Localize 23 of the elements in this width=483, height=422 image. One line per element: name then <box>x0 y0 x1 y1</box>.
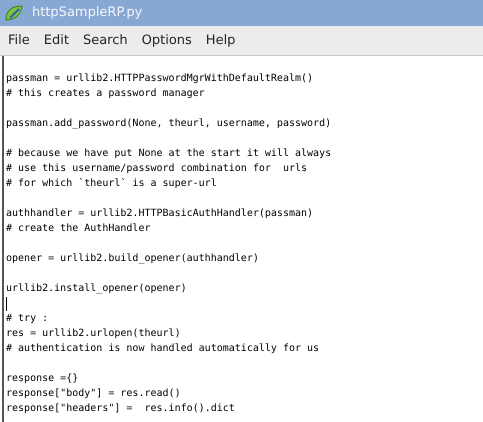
code-line: # use this username/password combination for urls <box>6 162 308 176</box>
code-line: passman = urllib2.HTTPPasswordMgrWithDefaultRealm() <box>6 72 314 86</box>
code-line: response ={} <box>6 372 78 386</box>
code-line: response["body"] = res.read() <box>6 387 181 401</box>
code-line: res = urllib2.urlopen(theurl) <box>6 327 181 341</box>
menu-item[interactable]: File <box>8 30 30 50</box>
code-line: # for which `theurl` is a super-url <box>6 177 217 191</box>
window-title: httpSampleRP.py <box>32 4 142 22</box>
leaf-pen-icon <box>4 4 24 22</box>
code-line: # this creates a password manager <box>6 87 205 101</box>
code-line: # create the AuthHandler <box>6 222 150 236</box>
code-line: opener = urllib2.build_opener(authhandler) <box>6 252 259 266</box>
code-line: # because we have put None at the start it will always <box>6 147 332 161</box>
menu-item[interactable]: Edit <box>44 30 69 50</box>
code-line: # try : <box>6 312 48 326</box>
menu-item[interactable]: Search <box>82 30 128 50</box>
code-line: passman.add_password(None, theurl, username, password) <box>6 117 332 131</box>
code-line: authhandler = urllib2.HTTPBasicAuthHandler(passman) <box>6 207 314 221</box>
code-line: response["headers"] = res.info().dict <box>6 402 235 416</box>
code-line: urllib2.install_opener(opener) <box>6 282 187 296</box>
code-line: # authentication is now handled automatically for us <box>6 342 320 356</box>
menu-item[interactable]: Options <box>142 30 192 50</box>
menu-item[interactable]: Help <box>206 30 236 50</box>
